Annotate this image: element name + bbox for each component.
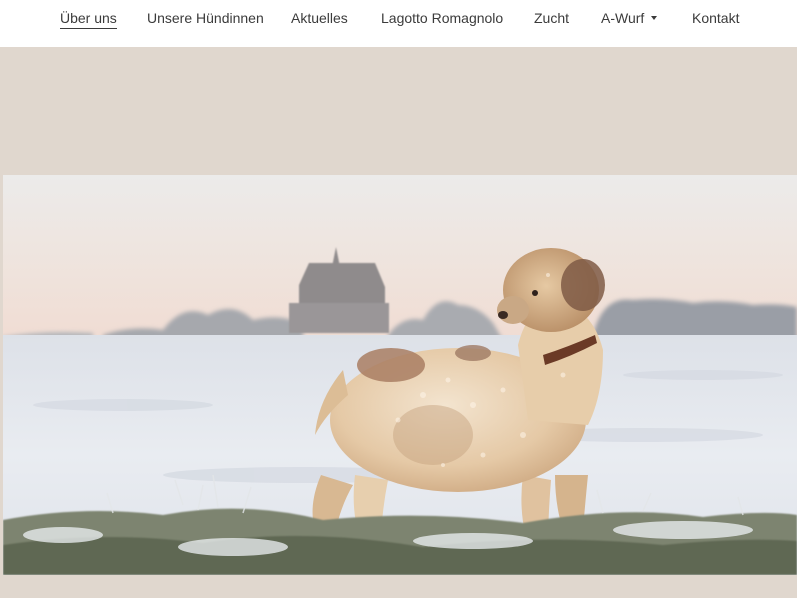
nav-item-aktuelles[interactable]: Aktuelles — [291, 9, 348, 27]
nav-item-kontakt[interactable]: Kontakt — [692, 9, 739, 27]
hero-photo-dog-in-snow — [3, 175, 797, 575]
top-navigation: Über uns Unsere Hündinnen Aktuelles Lago… — [0, 0, 797, 47]
nav-item-a-wurf-label: A-Wurf — [601, 10, 645, 26]
hero-image — [3, 175, 797, 575]
nav-item-zucht[interactable]: Zucht — [534, 9, 569, 27]
nav-item-ueber-uns[interactable]: Über uns — [60, 9, 117, 29]
chevron-down-icon — [651, 16, 658, 21]
nav-item-a-wurf[interactable]: A-Wurf — [601, 9, 658, 27]
nav-item-unsere-huendinnen[interactable]: Unsere Hündinnen — [147, 9, 264, 27]
nav-item-lagotto-romagnolo[interactable]: Lagotto Romagnolo — [381, 9, 503, 27]
